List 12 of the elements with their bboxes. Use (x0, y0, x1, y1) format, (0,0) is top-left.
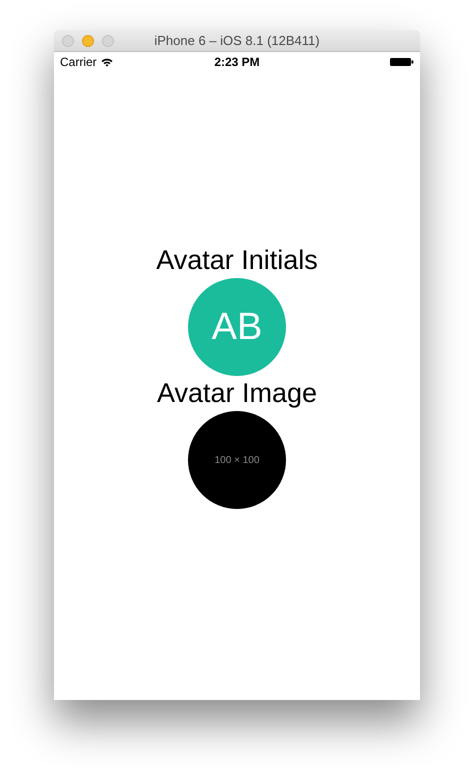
close-icon[interactable] (62, 35, 74, 47)
avatar-image: 100 × 100 (188, 411, 286, 509)
zoom-icon[interactable] (102, 35, 114, 47)
avatar-initials: AB (188, 278, 286, 376)
section-title: Avatar Image (156, 378, 318, 409)
carrier-label: Carrier (60, 55, 97, 69)
battery-icon (390, 57, 414, 67)
window-title: iPhone 6 – iOS 8.1 (12B411) (154, 33, 320, 48)
section-title: Avatar Initials (156, 245, 318, 276)
status-time: 2:23 PM (214, 55, 260, 69)
minimize-icon[interactable] (82, 35, 94, 47)
wifi-icon (100, 58, 113, 66)
